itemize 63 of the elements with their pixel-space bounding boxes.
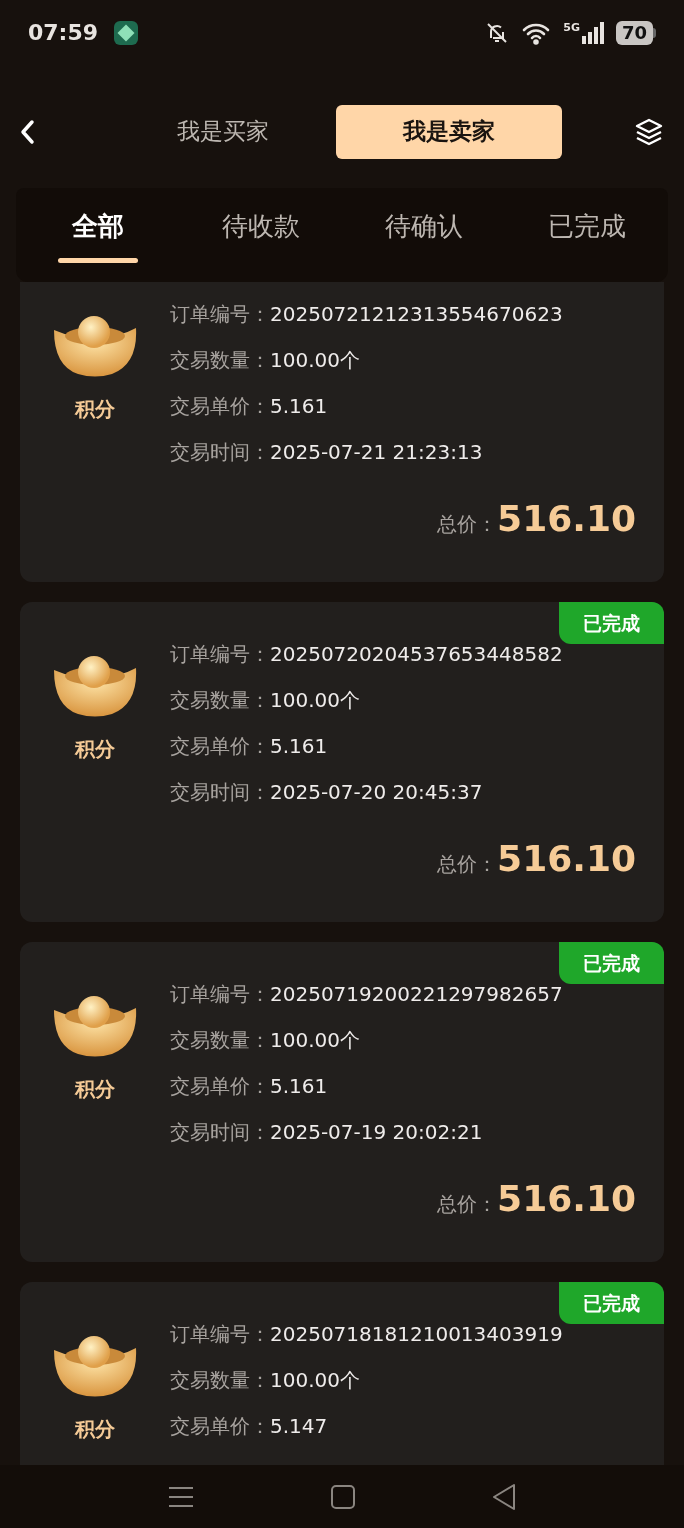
field-value: 5.161 [270, 1073, 328, 1100]
battery-indicator: 70 [615, 20, 653, 45]
field-value: 5.147 [270, 1413, 328, 1440]
filter-tab[interactable]: 全部 [16, 188, 179, 282]
field-label: 订单编号： [170, 1321, 270, 1348]
field-value: 5.161 [270, 393, 328, 420]
field-label: 交易单价： [170, 733, 270, 760]
field-label: 交易时间： [170, 779, 270, 806]
field-value: 2025-07-19 20:02:21 [270, 1119, 483, 1146]
back-triangle-icon[interactable] [491, 1483, 516, 1510]
order-card[interactable]: 已完成 积分 订单编号：20250720204537653448582 交易数量：100.00个 交易单价：5.161 交易时间：2025-07-20 20:45:37 总价：516.10 [20, 602, 664, 922]
filter-tab[interactable]: 待收款 [179, 188, 342, 282]
field-value: 20250720204537653448582 [270, 641, 563, 668]
product-label: 积分 [75, 1076, 115, 1103]
total-label: 总价： [437, 1191, 498, 1218]
field-label: 交易时间： [170, 439, 270, 466]
field-value: 100.00个 [270, 1027, 360, 1054]
field-value: 100.00个 [270, 347, 360, 374]
role-tab[interactable]: 我是卖家 [336, 104, 562, 159]
back-icon[interactable] [20, 118, 36, 145]
signal-icon [581, 21, 604, 44]
total-price: 516.10 [497, 497, 636, 541]
field-label: 交易数量： [170, 347, 270, 374]
total-price: 516.10 [497, 1177, 636, 1221]
network-label: 5G [563, 21, 580, 33]
product-label: 积分 [75, 396, 115, 423]
product-label: 积分 [75, 736, 115, 763]
field-value: 100.00个 [270, 687, 360, 714]
field-value: 100.00个 [270, 1367, 360, 1394]
filter-tab[interactable]: 已完成 [505, 188, 668, 282]
field-label: 交易时间： [170, 1119, 270, 1146]
status-badge: 已完成 [559, 942, 664, 984]
field-value: 2025-07-20 20:45:37 [270, 779, 483, 806]
total-label: 总价： [437, 511, 498, 538]
status-badge: 已完成 [559, 602, 664, 644]
field-label: 交易数量： [170, 1367, 270, 1394]
role-tab[interactable]: 我是买家 [110, 104, 336, 159]
total-label: 总价： [437, 851, 498, 878]
order-card[interactable]: 已完成 积分 订单编号：20250719200221297982657 交易数量：100.00个 交易单价：5.161 交易时间：2025-07-19 20:02:21 总价：516.10 [20, 942, 664, 1262]
field-value: 20250719200221297982657 [270, 981, 563, 1008]
field-label: 订单编号： [170, 981, 270, 1008]
home-icon[interactable] [331, 1484, 355, 1509]
order-card[interactable]: 已完成 积分 订单编号：20250718181210013403919 交易数量：100.00个 交易单价：5.147 [20, 1282, 664, 1465]
filter-tab[interactable]: 待确认 [342, 188, 505, 282]
menu-icon[interactable] [168, 1484, 195, 1509]
app-icon [114, 20, 139, 45]
field-label: 订单编号： [170, 641, 270, 668]
field-value: 5.161 [270, 733, 328, 760]
layers-icon[interactable] [634, 116, 664, 147]
field-label: 交易单价： [170, 1073, 270, 1100]
status-time: 07:59 [28, 19, 99, 47]
field-value: 20250718181210013403919 [270, 1321, 563, 1348]
field-label: 交易单价： [170, 393, 270, 420]
field-label: 交易数量： [170, 687, 270, 714]
product-label: 积分 [75, 1416, 115, 1443]
total-price: 516.10 [497, 837, 636, 881]
field-label: 交易单价： [170, 1413, 270, 1440]
order-card[interactable]: 积分 订单编号：20250721212313554670623 交易数量：100.00个 交易单价：5.161 交易时间：2025-07-21 21:23:13 总价：516.10 [20, 282, 664, 582]
status-badge: 已完成 [559, 1282, 664, 1324]
field-value: 20250721212313554670623 [270, 301, 563, 328]
field-label: 订单编号： [170, 301, 270, 328]
field-label: 交易数量： [170, 1027, 270, 1054]
field-value: 2025-07-21 21:23:13 [270, 439, 483, 466]
